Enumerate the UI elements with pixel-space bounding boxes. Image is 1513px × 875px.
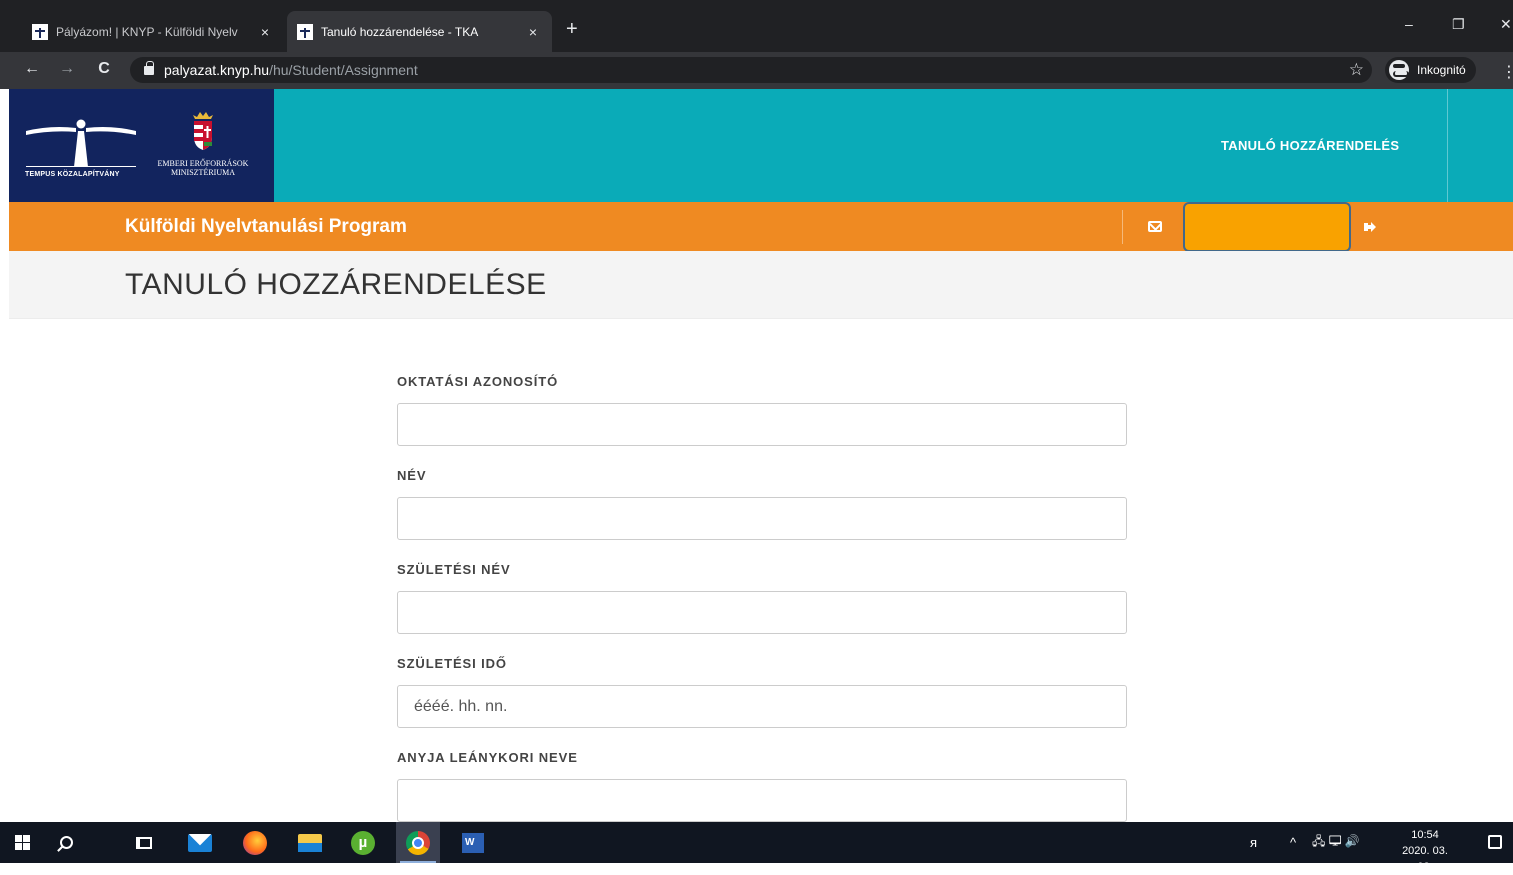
people-icon[interactable]: ᴙ — [1250, 822, 1257, 863]
tab-title: Pályázom! | KNYP - Külföldi Nyelv — [56, 24, 238, 39]
browser-tab-strip: Pályázom! | KNYP - Külföldi Nyelv × Tanu… — [0, 0, 1513, 52]
mail-icon[interactable] — [1148, 221, 1162, 232]
page-title: TANULÓ HOZZÁRENDELÉSE — [125, 268, 547, 301]
folder-icon — [298, 833, 322, 852]
new-tab-button[interactable]: + — [566, 18, 578, 41]
tab-title: Tanuló hozzárendelése - TKA — [321, 24, 479, 39]
word-icon: W — [462, 832, 484, 853]
field-label-education-id: OKTATÁSI AZONOSÍTÓ — [397, 374, 559, 389]
coat-of-arms-icon — [193, 112, 213, 150]
minimize-button[interactable]: – — [1405, 16, 1413, 32]
nav-divider — [1447, 89, 1448, 202]
field-label-birth-date: SZÜLETÉSI IDŐ — [397, 656, 507, 671]
url-path: /hu/Student/Assignment — [269, 62, 418, 78]
tab-close-icon[interactable]: × — [524, 24, 542, 40]
page-title-band: TANULÓ HOZZÁRENDELÉSE — [9, 251, 1513, 319]
browser-tab-palyazom[interactable]: Pályázom! | KNYP - Külföldi Nyelv × — [22, 11, 284, 52]
close-window-button[interactable]: ✕ — [1500, 16, 1512, 33]
education-id-input[interactable] — [397, 403, 1127, 446]
mail-app-icon — [188, 833, 212, 852]
taskbar-clock[interactable]: 10:54 2020. 03. 02. — [1393, 827, 1457, 875]
browser-menu-icon[interactable]: ⋮ — [1501, 62, 1513, 82]
tka-favicon-icon — [297, 23, 313, 40]
logo-area[interactable]: TEMPUS KÖZALAPÍTVÁNY EMBERI ERŐFORRÁSOK … — [9, 89, 274, 202]
url-host: palyazat.knyp.hu — [164, 62, 270, 78]
windows-logo-icon — [14, 835, 30, 850]
clock-date: 2020. 03. 02. — [1402, 845, 1448, 873]
taskbar-firefox[interactable] — [233, 822, 277, 863]
taskbar-utorrent[interactable]: µ — [341, 822, 385, 863]
birth-date-input[interactable] — [397, 685, 1127, 728]
task-view-icon — [136, 836, 152, 849]
emmi-line-2: MINISZTÉRIUMA — [171, 168, 235, 177]
bookmark-star-icon[interactable]: ☆ — [1349, 60, 1364, 80]
mother-maiden-name-input[interactable] — [397, 779, 1127, 822]
incognito-badge[interactable]: Inkognitó — [1385, 57, 1476, 83]
field-label-mother-maiden-name: ANYJA LEÁNYKORI NEVE — [397, 750, 578, 765]
field-label-birth-name: SZÜLETÉSI NÉV — [397, 562, 511, 577]
taskbar-chrome[interactable] — [396, 822, 440, 863]
tempus-logo-icon — [26, 119, 136, 167]
tempus-text: TEMPUS KÖZALAPÍTVÁNY — [25, 171, 120, 178]
restore-button[interactable]: ❐ — [1452, 16, 1465, 33]
bar-divider — [1122, 210, 1123, 244]
clock-time: 10:54 — [1411, 829, 1439, 841]
utorrent-icon: µ — [351, 830, 375, 855]
tab-close-icon[interactable]: × — [256, 24, 274, 40]
start-button[interactable] — [0, 822, 44, 863]
taskbar-word[interactable]: W — [451, 822, 495, 863]
browser-tab-assignment[interactable]: Tanuló hozzárendelése - TKA × — [287, 11, 552, 52]
user-menu-button[interactable] — [1183, 202, 1351, 252]
incognito-label: Inkognitó — [1417, 63, 1466, 77]
field-label-name: NÉV — [397, 468, 427, 483]
site-header: TEMPUS KÖZALAPÍTVÁNY EMBERI ERŐFORRÁSOK … — [9, 89, 1513, 202]
address-bar[interactable]: palyazat.knyp.hu/hu/Student/Assignment ☆ — [130, 57, 1372, 83]
tray-chevron-icon[interactable]: ^ — [1290, 822, 1296, 863]
forward-arrow-icon[interactable]: → — [57, 60, 77, 78]
emmi-text: EMBERI ERŐFORRÁSOK MINISZTÉRIUMA — [143, 159, 263, 177]
taskbar-mail[interactable] — [178, 822, 222, 863]
tka-favicon-icon — [32, 23, 48, 40]
reload-icon[interactable]: C — [94, 60, 114, 78]
nav-link-student-assignment[interactable]: TANULÓ HOZZÁRENDELÉS — [1221, 138, 1399, 153]
program-title[interactable]: Külföldi Nyelvtanulási Program — [125, 216, 407, 238]
name-input[interactable] — [397, 497, 1127, 540]
windows-taskbar: µ W ᴙ ^ 🖧 🖵 🔊 10:54 2020. 03. 02. — [0, 822, 1513, 873]
lock-icon — [144, 60, 154, 75]
incognito-icon — [1389, 60, 1409, 80]
tray-status-icons[interactable]: 🖧 🖵 🔊 — [1312, 822, 1360, 863]
emmi-line-1: EMBERI ERŐFORRÁSOK — [157, 159, 249, 168]
birth-name-input[interactable] — [397, 591, 1127, 634]
chrome-icon — [406, 830, 430, 855]
search-button[interactable] — [44, 822, 88, 863]
back-arrow-icon[interactable]: ← — [22, 60, 42, 78]
notification-center-icon[interactable] — [1488, 835, 1502, 849]
search-icon — [59, 836, 73, 849]
taskbar-file-explorer[interactable] — [288, 822, 332, 863]
task-view-button[interactable] — [122, 822, 166, 863]
browser-toolbar: ← → C palyazat.knyp.hu/hu/Student/Assign… — [0, 52, 1513, 89]
program-bar: Külföldi Nyelvtanulási Program — [9, 202, 1513, 252]
firefox-icon — [243, 830, 267, 855]
logout-icon[interactable] — [1364, 221, 1376, 233]
